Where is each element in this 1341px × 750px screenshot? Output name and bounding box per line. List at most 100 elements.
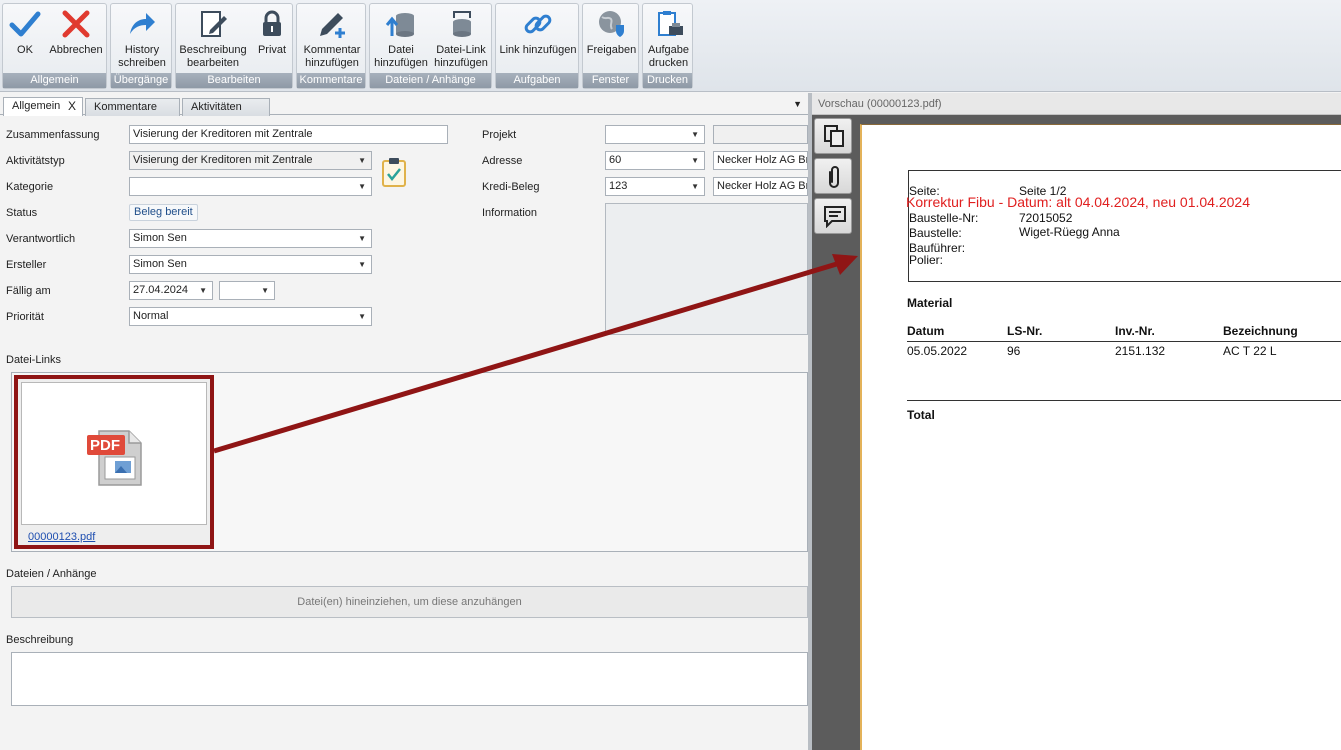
globe-shield-icon bbox=[598, 11, 624, 37]
faellig-label: Fällig am bbox=[6, 285, 51, 297]
file-links-area[interactable]: PDF 00000123.pdf bbox=[11, 372, 808, 552]
chevron-down-icon: ▼ bbox=[691, 182, 699, 191]
add-comment-button[interactable]: Kommentar hinzufügen bbox=[299, 8, 365, 70]
verantwortlich-select[interactable]: Simon Sen ▼ bbox=[129, 229, 372, 248]
document-header-box bbox=[908, 170, 1341, 282]
comments-button[interactable] bbox=[814, 198, 852, 234]
adresse-name-field: Necker Holz AG Bru bbox=[713, 151, 808, 170]
information-label: Information bbox=[482, 207, 538, 219]
comment-icon bbox=[824, 206, 846, 228]
group-label-uebergaenge: Übergänge bbox=[111, 73, 171, 88]
clipboard-check-icon[interactable] bbox=[381, 157, 407, 187]
tab-kommentare-label: Kommentare bbox=[94, 101, 157, 113]
ersteller-select[interactable]: Simon Sen ▼ bbox=[129, 255, 372, 274]
adresse-label: Adresse bbox=[482, 155, 523, 167]
print-task-button[interactable]: Aufgabe drucken bbox=[644, 8, 693, 70]
tab-overflow-dropdown-icon[interactable]: ▼ bbox=[793, 99, 802, 109]
pages-thumbnail-button[interactable] bbox=[814, 118, 852, 154]
kredibeleg-name-value: Necker Holz AG Bru bbox=[717, 180, 808, 192]
table-header-ls-nr: LS-Nr. bbox=[1007, 324, 1043, 338]
group-label-allgemein: Allgemein bbox=[3, 73, 106, 88]
drop-hint-text: Datei(en) hineinziehen, um diese anzuhän… bbox=[297, 596, 522, 608]
adresse-name-value: Necker Holz AG Bru bbox=[717, 154, 808, 166]
chevron-down-icon: ▼ bbox=[358, 312, 366, 321]
verantwortlich-value: Simon Sen bbox=[133, 232, 187, 244]
tab-close-icon[interactable]: X bbox=[68, 98, 76, 115]
projekt-select[interactable]: ▼ bbox=[605, 125, 705, 144]
row-datum: 05.05.2022 bbox=[907, 344, 968, 358]
ribbon-group-bearbeiten: Beschreibung bearbeiten Privat Bearbeite… bbox=[175, 3, 293, 89]
information-box[interactable] bbox=[605, 203, 808, 335]
aktivitaetstyp-select[interactable]: Visierung der Kreditoren mit Zentrale ▼ bbox=[129, 151, 372, 170]
total-label: Total bbox=[907, 408, 935, 422]
chain-link-icon bbox=[524, 14, 552, 34]
zusammenfassung-input[interactable]: Visierung der Kreditoren mit Zentrale bbox=[129, 125, 448, 144]
pen-plus-icon bbox=[320, 13, 345, 38]
prioritaet-value: Normal bbox=[133, 310, 169, 322]
ribbon-group-allgemein: OK Abbrechen Allgemein bbox=[2, 3, 107, 89]
ribbon-toolbar: OK Abbrechen Allgemein History schreiben… bbox=[0, 0, 1341, 92]
status-badge[interactable]: Beleg bereit bbox=[129, 204, 198, 221]
file-link-tile[interactable]: PDF 00000123.pdf bbox=[14, 375, 214, 549]
kredibeleg-value: 123 bbox=[609, 180, 628, 192]
ribbon-group-drucken: Aufgabe drucken Drucken bbox=[642, 3, 693, 89]
row-ls-nr: 96 bbox=[1007, 344, 1021, 358]
file-drop-area[interactable]: Datei(en) hineinziehen, um diese anzuhän… bbox=[11, 586, 808, 618]
print-task-label: Aufgabe drucken bbox=[648, 44, 689, 69]
tab-allgemein[interactable]: Allgemein X bbox=[3, 97, 83, 116]
dateien-heading: Dateien / Anhänge bbox=[6, 568, 97, 580]
file-link-preview[interactable]: PDF bbox=[21, 382, 207, 525]
prioritaet-select[interactable]: Normal ▼ bbox=[129, 307, 372, 326]
add-file-link-label: Datei-Link hinzufügen bbox=[434, 44, 488, 69]
status-label: Status bbox=[6, 207, 38, 219]
aktivitaetstyp-value: Visierung der Kreditoren mit Zentrale bbox=[133, 154, 313, 166]
add-file-button[interactable]: Datei hinzufügen bbox=[372, 8, 430, 70]
kategorie-label: Kategorie bbox=[6, 181, 54, 193]
ok-button[interactable]: OK bbox=[6, 8, 44, 57]
tab-kommentare[interactable]: Kommentare bbox=[85, 98, 180, 116]
file-link-name[interactable]: 00000123.pdf bbox=[28, 531, 95, 543]
edit-description-button[interactable]: Beschreibung bearbeiten bbox=[178, 8, 248, 70]
attachments-button[interactable] bbox=[814, 158, 852, 194]
add-link-button[interactable]: Link hinzufügen bbox=[498, 8, 578, 57]
shares-button[interactable]: Freigaben bbox=[585, 8, 638, 57]
chevron-down-icon: ▼ bbox=[358, 260, 366, 269]
total-rule bbox=[907, 400, 1341, 401]
adresse-select[interactable]: 60 ▼ bbox=[605, 151, 705, 170]
history-label: History schreiben bbox=[118, 44, 166, 69]
kredibeleg-select[interactable]: 123 ▼ bbox=[605, 177, 705, 196]
kredibeleg-name-field: Necker Holz AG Bru bbox=[713, 177, 808, 196]
add-comment-label: Kommentar hinzufügen bbox=[303, 44, 361, 69]
close-icon bbox=[62, 10, 90, 38]
ribbon-group-uebergaenge: History schreiben Übergänge bbox=[110, 3, 172, 89]
tab-aktivitaeten[interactable]: Aktivitäten bbox=[182, 98, 270, 116]
preview-title: Vorschau (00000123.pdf) bbox=[812, 93, 1341, 115]
polier-label: Polier: bbox=[909, 253, 944, 267]
add-link-label: Link hinzufügen bbox=[499, 44, 577, 56]
cancel-label: Abbrechen bbox=[49, 44, 103, 56]
due-time-picker[interactable]: ▼ bbox=[219, 281, 275, 300]
ok-label: OK bbox=[17, 44, 33, 56]
add-file-label: Datei hinzufügen bbox=[374, 44, 428, 69]
chevron-down-icon: ▼ bbox=[199, 286, 207, 295]
group-label-kommentare: Kommentare bbox=[297, 73, 365, 88]
due-date-picker[interactable]: 27.04.2024 ▼ bbox=[129, 281, 213, 300]
row-bezeichnung: AC T 22 L bbox=[1223, 344, 1277, 358]
description-editor[interactable] bbox=[11, 652, 808, 706]
due-date-value: 27.04.2024 bbox=[133, 284, 189, 296]
tab-bar: Allgemein X Kommentare Aktivitäten ▼ bbox=[0, 95, 808, 116]
add-file-link-button[interactable]: Datei-Link hinzufügen bbox=[432, 8, 490, 70]
ribbon-group-fenster: Freigaben Fenster bbox=[582, 3, 639, 89]
chevron-down-icon: ▼ bbox=[358, 234, 366, 243]
kategorie-select[interactable]: ▼ bbox=[129, 177, 372, 196]
private-button[interactable]: Privat bbox=[252, 8, 292, 57]
pdf-page: Seite: Seite 1/2 Baustelle-Nr: 72015052 … bbox=[860, 124, 1341, 750]
database-link-icon bbox=[453, 11, 471, 37]
history-button[interactable]: History schreiben bbox=[113, 8, 171, 70]
correction-annotation[interactable]: Korrektur Fibu - Datum: alt 04.04.2024, … bbox=[906, 194, 1250, 210]
ersteller-label: Ersteller bbox=[6, 259, 47, 271]
checkmark-icon bbox=[9, 11, 41, 37]
chevron-down-icon: ▼ bbox=[358, 156, 366, 165]
cancel-button[interactable]: Abbrechen bbox=[47, 8, 105, 57]
tab-allgemein-label: Allgemein bbox=[12, 100, 61, 112]
